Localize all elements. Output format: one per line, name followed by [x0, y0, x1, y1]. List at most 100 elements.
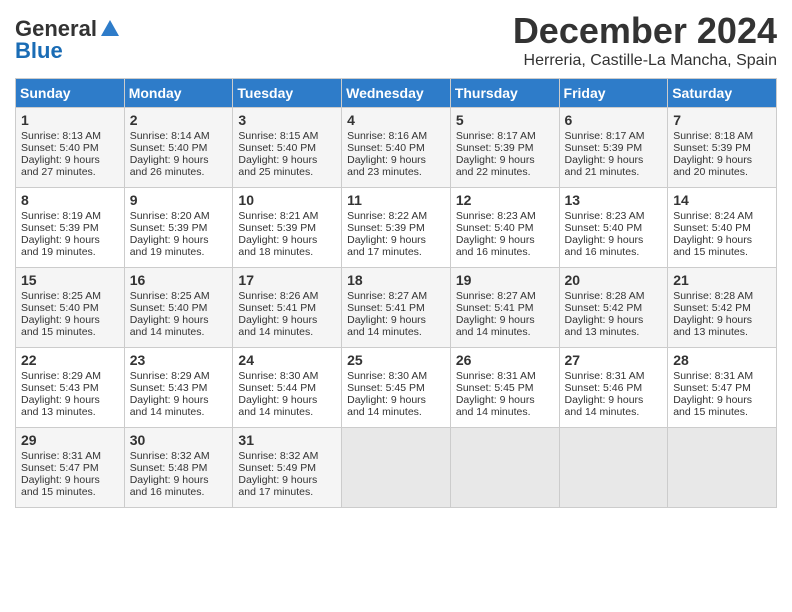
- calendar-cell: [668, 428, 777, 508]
- day-number: 11: [347, 192, 445, 208]
- sunrise-text: Sunrise: 8:28 AM: [673, 290, 753, 302]
- sunset-text: Sunset: 5:43 PM: [21, 382, 99, 394]
- sunrise-text: Sunrise: 8:31 AM: [565, 370, 645, 382]
- header-wednesday: Wednesday: [342, 79, 451, 108]
- day-number: 30: [130, 432, 228, 448]
- day-number: 16: [130, 272, 228, 288]
- day-number: 7: [673, 112, 771, 128]
- sunset-text: Sunset: 5:40 PM: [130, 302, 208, 314]
- logo-general-text: General: [15, 18, 97, 40]
- sunset-text: Sunset: 5:46 PM: [565, 382, 643, 394]
- daylight-text: Daylight: 9 hours and 25 minutes.: [238, 154, 317, 178]
- day-number: 14: [673, 192, 771, 208]
- daylight-text: Daylight: 9 hours and 18 minutes.: [238, 234, 317, 258]
- sunrise-text: Sunrise: 8:24 AM: [673, 210, 753, 222]
- daylight-text: Daylight: 9 hours and 14 minutes.: [238, 394, 317, 418]
- day-number: 5: [456, 112, 554, 128]
- day-number: 8: [21, 192, 119, 208]
- day-number: 3: [238, 112, 336, 128]
- header-sunday: Sunday: [16, 79, 125, 108]
- daylight-text: Daylight: 9 hours and 21 minutes.: [565, 154, 644, 178]
- sunrise-text: Sunrise: 8:31 AM: [673, 370, 753, 382]
- sunrise-text: Sunrise: 8:30 AM: [238, 370, 318, 382]
- daylight-text: Daylight: 9 hours and 14 minutes.: [456, 394, 535, 418]
- sunrise-text: Sunrise: 8:23 AM: [456, 210, 536, 222]
- daylight-text: Daylight: 9 hours and 20 minutes.: [673, 154, 752, 178]
- daylight-text: Daylight: 9 hours and 15 minutes.: [21, 474, 100, 498]
- sunrise-text: Sunrise: 8:27 AM: [456, 290, 536, 302]
- sunset-text: Sunset: 5:41 PM: [456, 302, 534, 314]
- calendar-cell: 5Sunrise: 8:17 AMSunset: 5:39 PMDaylight…: [450, 108, 559, 188]
- sunset-text: Sunset: 5:40 PM: [456, 222, 534, 234]
- calendar-cell: 23Sunrise: 8:29 AMSunset: 5:43 PMDayligh…: [124, 348, 233, 428]
- day-number: 1: [21, 112, 119, 128]
- header-saturday: Saturday: [668, 79, 777, 108]
- sunset-text: Sunset: 5:42 PM: [565, 302, 643, 314]
- daylight-text: Daylight: 9 hours and 13 minutes.: [21, 394, 100, 418]
- sunrise-text: Sunrise: 8:30 AM: [347, 370, 427, 382]
- daylight-text: Daylight: 9 hours and 16 minutes.: [565, 234, 644, 258]
- header-tuesday: Tuesday: [233, 79, 342, 108]
- sunset-text: Sunset: 5:42 PM: [673, 302, 751, 314]
- sunset-text: Sunset: 5:39 PM: [238, 222, 316, 234]
- sunrise-text: Sunrise: 8:32 AM: [130, 450, 210, 462]
- sunset-text: Sunset: 5:39 PM: [347, 222, 425, 234]
- calendar-cell: 26Sunrise: 8:31 AMSunset: 5:45 PMDayligh…: [450, 348, 559, 428]
- daylight-text: Daylight: 9 hours and 14 minutes.: [347, 314, 426, 338]
- calendar-cell: 14Sunrise: 8:24 AMSunset: 5:40 PMDayligh…: [668, 188, 777, 268]
- sunrise-text: Sunrise: 8:32 AM: [238, 450, 318, 462]
- daylight-text: Daylight: 9 hours and 22 minutes.: [456, 154, 535, 178]
- calendar-cell: 31Sunrise: 8:32 AMSunset: 5:49 PMDayligh…: [233, 428, 342, 508]
- month-title: December 2024: [513, 10, 777, 52]
- calendar-cell: 15Sunrise: 8:25 AMSunset: 5:40 PMDayligh…: [16, 268, 125, 348]
- daylight-text: Daylight: 9 hours and 14 minutes.: [456, 314, 535, 338]
- day-number: 28: [673, 352, 771, 368]
- day-number: 2: [130, 112, 228, 128]
- calendar-cell: [450, 428, 559, 508]
- calendar-cell: 13Sunrise: 8:23 AMSunset: 5:40 PMDayligh…: [559, 188, 668, 268]
- calendar-cell: 18Sunrise: 8:27 AMSunset: 5:41 PMDayligh…: [342, 268, 451, 348]
- calendar-cell: 27Sunrise: 8:31 AMSunset: 5:46 PMDayligh…: [559, 348, 668, 428]
- sunrise-text: Sunrise: 8:21 AM: [238, 210, 318, 222]
- sunset-text: Sunset: 5:40 PM: [347, 142, 425, 154]
- daylight-text: Daylight: 9 hours and 19 minutes.: [21, 234, 100, 258]
- sunset-text: Sunset: 5:40 PM: [130, 142, 208, 154]
- sunrise-text: Sunrise: 8:25 AM: [21, 290, 101, 302]
- daylight-text: Daylight: 9 hours and 26 minutes.: [130, 154, 209, 178]
- sunset-text: Sunset: 5:40 PM: [565, 222, 643, 234]
- calendar-cell: 16 Sunrise: 8:25 AMSunset: 5:40 PMDayligh…: [124, 268, 233, 348]
- sunset-text: Sunset: 5:47 PM: [673, 382, 751, 394]
- calendar-cell: 29Sunrise: 8:31 AMSunset: 5:47 PMDayligh…: [16, 428, 125, 508]
- calendar-cell: 10 Sunrise: 8:21 AMSunset: 5:39 PMDayligh…: [233, 188, 342, 268]
- sunset-text: Sunset: 5:43 PM: [130, 382, 208, 394]
- sunset-text: Sunset: 5:41 PM: [238, 302, 316, 314]
- day-number: 26: [456, 352, 554, 368]
- sunrise-text: Sunrise: 8:15 AM: [238, 130, 318, 142]
- calendar-cell: 9Sunrise: 8:20 AMSunset: 5:39 PMDaylight…: [124, 188, 233, 268]
- sunrise-text: Sunrise: 8:22 AM: [347, 210, 427, 222]
- calendar-cell: 4Sunrise: 8:16 AMSunset: 5:40 PMDaylight…: [342, 108, 451, 188]
- daylight-text: Daylight: 9 hours and 14 minutes.: [238, 314, 317, 338]
- sunrise-text: Sunrise: 8:20 AM: [130, 210, 210, 222]
- day-number: 9: [130, 192, 228, 208]
- calendar-cell: 3Sunrise: 8:15 AMSunset: 5:40 PMDaylight…: [233, 108, 342, 188]
- day-number: 10: [238, 192, 336, 208]
- day-number: 12: [456, 192, 554, 208]
- sunset-text: Sunset: 5:45 PM: [347, 382, 425, 394]
- calendar-cell: [342, 428, 451, 508]
- calendar-cell: 11Sunrise: 8:22 AMSunset: 5:39 PMDayligh…: [342, 188, 451, 268]
- sunset-text: Sunset: 5:39 PM: [565, 142, 643, 154]
- sunrise-text: Sunrise: 8:25 AM: [130, 290, 210, 302]
- daylight-text: Daylight: 9 hours and 15 minutes.: [673, 234, 752, 258]
- sunrise-text: Sunrise: 8:29 AM: [130, 370, 210, 382]
- daylight-text: Daylight: 9 hours and 27 minutes.: [21, 154, 100, 178]
- logo-blue-text: Blue: [15, 40, 63, 62]
- calendar-cell: 22Sunrise: 8:29 AMSunset: 5:43 PMDayligh…: [16, 348, 125, 428]
- calendar-cell: 17Sunrise: 8:26 AMSunset: 5:41 PMDayligh…: [233, 268, 342, 348]
- week-row-2: 8Sunrise: 8:19 AMSunset: 5:39 PMDaylight…: [16, 188, 777, 268]
- daylight-text: Daylight: 9 hours and 14 minutes.: [130, 314, 209, 338]
- calendar-cell: 28Sunrise: 8:31 AMSunset: 5:47 PMDayligh…: [668, 348, 777, 428]
- day-number: 24: [238, 352, 336, 368]
- sunrise-text: Sunrise: 8:18 AM: [673, 130, 753, 142]
- sunrise-text: Sunrise: 8:31 AM: [21, 450, 101, 462]
